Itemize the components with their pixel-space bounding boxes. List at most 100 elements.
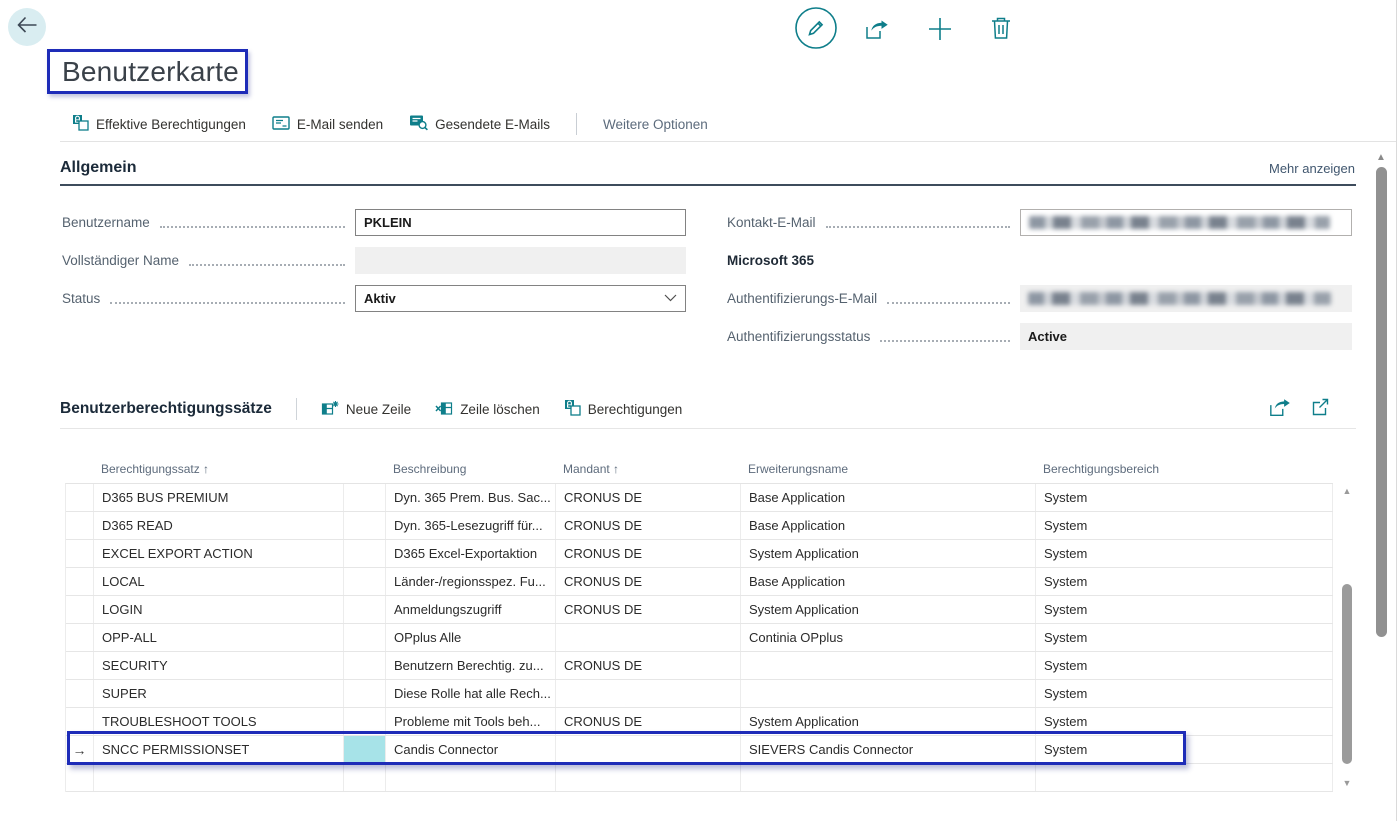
cell-mandant[interactable]: CRONUS DE	[556, 512, 741, 539]
username-input[interactable]	[364, 215, 677, 230]
cell-flag[interactable]	[344, 484, 386, 511]
cell-berechtigungsbereich[interactable]: System	[1036, 596, 1333, 623]
cell-erweiterungsname[interactable]	[741, 680, 1036, 707]
table-row[interactable]: TROUBLESHOOT TOOLS Probleme mit Tools be…	[66, 708, 1333, 736]
cell-erweiterungsname[interactable]: SIEVERS Candis Connector	[741, 736, 1036, 763]
more-options-button[interactable]: Weitere Optionen	[603, 117, 708, 132]
cell-berechtigungsbereich[interactable]: System	[1036, 568, 1333, 595]
cell-mandant[interactable]: CRONUS DE	[556, 708, 741, 735]
cell-erweiterungsname[interactable]: Continia OPplus	[741, 624, 1036, 651]
cell-flag[interactable]	[344, 736, 386, 763]
table-row[interactable]: OPP-ALL OPplus Alle Continia OPplus Syst…	[66, 624, 1333, 652]
table-row[interactable]: EXCEL EXPORT ACTION D365 Excel-Exportakt…	[66, 540, 1333, 568]
cell-berechtigungssatz[interactable]: SUPER	[94, 680, 344, 707]
row-indicator-cell[interactable]	[66, 512, 94, 539]
cell-beschreibung[interactable]: Diese Rolle hat alle Rech...	[386, 680, 556, 707]
status-dropdown[interactable]: Aktiv	[355, 285, 686, 312]
column-header-erweiterungsname[interactable]: Erweiterungsname	[740, 462, 1035, 476]
scroll-up-arrow-icon[interactable]: ▲	[1338, 486, 1356, 496]
row-indicator-cell[interactable]	[66, 764, 94, 791]
cell-erweiterungsname[interactable]: Base Application	[741, 512, 1036, 539]
cell-flag[interactable]	[344, 624, 386, 651]
cell-erweiterungsname[interactable]	[741, 764, 1036, 791]
cell-beschreibung[interactable]	[386, 764, 556, 791]
row-indicator-cell[interactable]	[66, 568, 94, 595]
cell-berechtigungsbereich[interactable]: System	[1036, 540, 1333, 567]
table-scrollbar-thumb[interactable]	[1342, 584, 1352, 764]
table-row[interactable]	[66, 764, 1333, 792]
row-indicator-cell[interactable]	[66, 596, 94, 623]
cell-beschreibung[interactable]: Candis Connector	[386, 736, 556, 763]
cell-beschreibung[interactable]: OPplus Alle	[386, 624, 556, 651]
open-in-new-icon[interactable]	[1310, 397, 1330, 422]
row-indicator-cell[interactable]	[66, 680, 94, 707]
action-neue-zeile[interactable]: Neue Zeile	[321, 400, 411, 419]
cell-beschreibung[interactable]: Probleme mit Tools beh...	[386, 708, 556, 735]
page-scrollbar[interactable]: ▲	[1372, 150, 1390, 821]
row-indicator-cell[interactable]	[66, 484, 94, 511]
action-email-senden[interactable]: E-Mail senden	[272, 115, 383, 134]
column-header-berechtigungsbereich[interactable]: Berechtigungsbereich	[1035, 462, 1332, 476]
table-row[interactable]: D365 READ Dyn. 365-Lesezugriff für... CR…	[66, 512, 1333, 540]
delete-button[interactable]	[989, 15, 1013, 46]
edit-button[interactable]	[794, 6, 838, 55]
table-scrollbar[interactable]: ▲ ▼	[1338, 484, 1356, 790]
cell-berechtigungsbereich[interactable]: System	[1036, 512, 1333, 539]
cell-mandant[interactable]	[556, 764, 741, 791]
cell-berechtigungssatz[interactable]	[94, 764, 344, 791]
action-zeile-loeschen[interactable]: Zeile löschen	[435, 400, 540, 419]
cell-beschreibung[interactable]: Dyn. 365 Prem. Bus. Sac...	[386, 484, 556, 511]
cell-flag[interactable]	[344, 512, 386, 539]
row-indicator-cell[interactable]	[66, 624, 94, 651]
table-row[interactable]: LOCAL Länder-/regionsspez. Fu... CRONUS …	[66, 568, 1333, 596]
action-gesendete-emails[interactable]: Gesendete E-Mails	[409, 114, 550, 134]
cell-flag[interactable]	[344, 764, 386, 791]
cell-berechtigungsbereich[interactable]: System	[1036, 736, 1333, 763]
username-field[interactable]	[355, 209, 686, 236]
cell-mandant[interactable]: CRONUS DE	[556, 596, 741, 623]
cell-beschreibung[interactable]: Dyn. 365-Lesezugriff für...	[386, 512, 556, 539]
table-row[interactable]: LOGIN Anmeldungszugriff CRONUS DE System…	[66, 596, 1333, 624]
cell-mandant[interactable]: CRONUS DE	[556, 568, 741, 595]
cell-beschreibung[interactable]: Benutzern Berechtig. zu...	[386, 652, 556, 679]
scroll-down-arrow-icon[interactable]: ▼	[1338, 778, 1356, 788]
column-header-beschreibung[interactable]: Beschreibung	[385, 462, 555, 476]
cell-mandant[interactable]: CRONUS DE	[556, 484, 741, 511]
share-button[interactable]	[864, 17, 890, 46]
page-scrollbar-thumb[interactable]	[1376, 167, 1387, 637]
action-berechtigungen[interactable]: Berechtigungen	[564, 399, 683, 419]
table-row[interactable]: → SNCC PERMISSIONSET Candis Connector SI…	[66, 736, 1333, 764]
cell-flag[interactable]	[344, 652, 386, 679]
cell-berechtigungsbereich[interactable]: System	[1036, 624, 1333, 651]
cell-beschreibung[interactable]: D365 Excel-Exportaktion	[386, 540, 556, 567]
cell-erweiterungsname[interactable]: Base Application	[741, 568, 1036, 595]
cell-berechtigungsbereich[interactable]	[1036, 764, 1333, 791]
cell-flag[interactable]	[344, 680, 386, 707]
cell-berechtigungssatz[interactable]: D365 BUS PREMIUM	[94, 484, 344, 511]
cell-berechtigungssatz[interactable]: EXCEL EXPORT ACTION	[94, 540, 344, 567]
cell-berechtigungsbereich[interactable]: System	[1036, 680, 1333, 707]
row-indicator-cell[interactable]: →	[66, 736, 94, 763]
cell-berechtigungssatz[interactable]: TROUBLESHOOT TOOLS	[94, 708, 344, 735]
chevron-down-icon[interactable]	[664, 294, 677, 302]
cell-beschreibung[interactable]: Anmeldungszugriff	[386, 596, 556, 623]
table-row[interactable]: SECURITY Benutzern Berechtig. zu... CRON…	[66, 652, 1333, 680]
column-header-mandant[interactable]: Mandant ↑	[555, 462, 740, 476]
cell-berechtigungssatz[interactable]: SECURITY	[94, 652, 344, 679]
cell-beschreibung[interactable]: Länder-/regionsspez. Fu...	[386, 568, 556, 595]
back-button[interactable]	[8, 8, 46, 46]
cell-berechtigungssatz[interactable]: OPP-ALL	[94, 624, 344, 651]
cell-mandant[interactable]: CRONUS DE	[556, 652, 741, 679]
cell-flag[interactable]	[344, 708, 386, 735]
cell-erweiterungsname[interactable]: Base Application	[741, 484, 1036, 511]
row-indicator-cell[interactable]	[66, 652, 94, 679]
share-icon[interactable]	[1268, 396, 1292, 423]
row-indicator-cell[interactable]	[66, 708, 94, 735]
cell-mandant[interactable]	[556, 736, 741, 763]
cell-erweiterungsname[interactable]	[741, 652, 1036, 679]
new-button[interactable]	[926, 15, 954, 48]
cell-berechtigungssatz[interactable]: D365 READ	[94, 512, 344, 539]
cell-flag[interactable]	[344, 596, 386, 623]
cell-berechtigungssatz[interactable]: SNCC PERMISSIONSET	[94, 736, 344, 763]
row-indicator-cell[interactable]	[66, 540, 94, 567]
